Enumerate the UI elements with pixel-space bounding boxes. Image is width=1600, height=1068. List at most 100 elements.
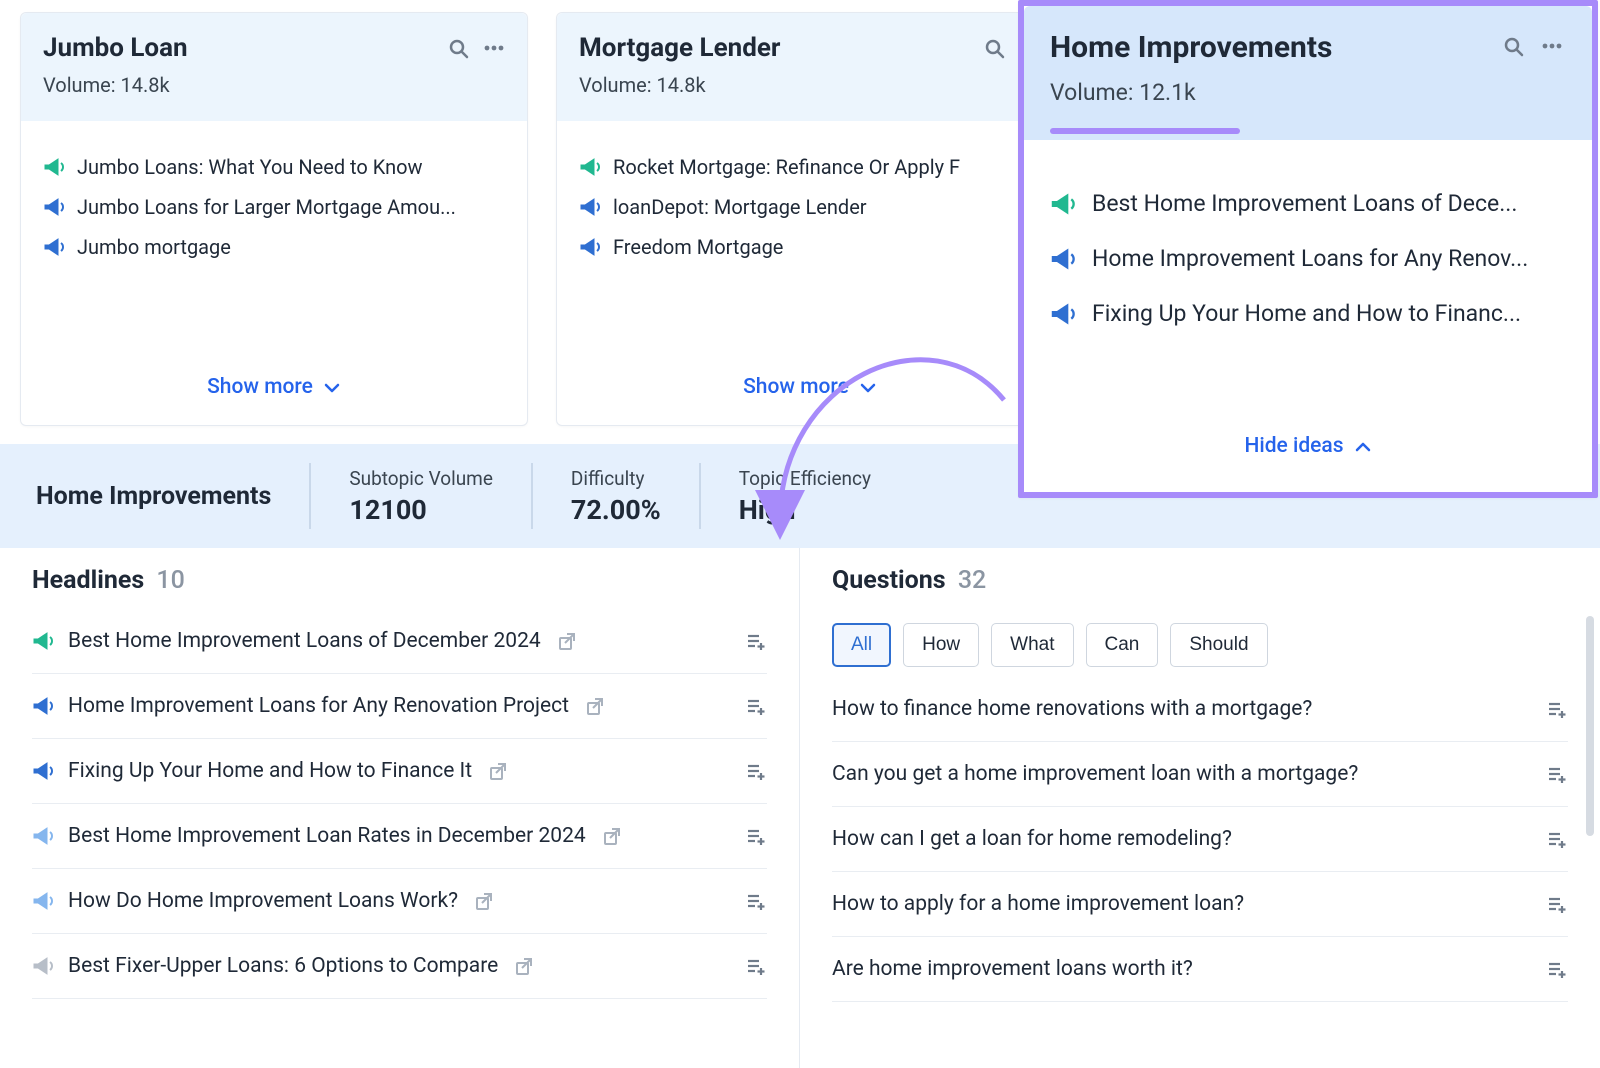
add-to-list-icon[interactable] xyxy=(745,890,767,912)
idea-text: Fixing Up Your Home and How to Financ... xyxy=(1092,300,1521,327)
chevron-down-icon xyxy=(857,377,877,397)
idea-item[interactable]: Best Home Improvement Loans of Dece... xyxy=(1050,176,1566,231)
headline-row[interactable]: Best Fixer-Upper Loans: 6 Options to Com… xyxy=(32,934,767,999)
card-title: Home Improvements xyxy=(1050,30,1332,65)
idea-item[interactable]: Freedom Mortgage xyxy=(579,227,1041,267)
topic-card-mortgage-lender: Mortgage Lender Volume: 14.8k Rocket Mor… xyxy=(556,12,1064,426)
idea-text: Jumbo Loans for Larger Mortgage Amou... xyxy=(77,195,456,219)
idea-text: Rocket Mortgage: Refinance Or Apply F xyxy=(613,155,960,179)
headline-text: Best Home Improvement Loans of December … xyxy=(68,629,541,653)
hide-ideas-label: Hide ideas xyxy=(1244,434,1343,458)
external-link-icon[interactable] xyxy=(555,631,575,651)
filter-button-how[interactable]: How xyxy=(903,623,979,667)
add-to-list-icon[interactable] xyxy=(1546,958,1568,980)
card-title: Jumbo Loan xyxy=(43,33,188,63)
question-row[interactable]: How to apply for a home improvement loan… xyxy=(832,872,1568,937)
megaphone-icon xyxy=(32,630,54,652)
add-to-list-icon[interactable] xyxy=(745,760,767,782)
idea-item[interactable]: loanDepot: Mortgage Lender xyxy=(579,187,1041,227)
add-to-list-icon[interactable] xyxy=(745,825,767,847)
idea-text: Jumbo Loans: What You Need to Know xyxy=(77,155,423,179)
efficiency-value: High xyxy=(739,494,871,526)
show-more-link[interactable]: Show more xyxy=(743,375,877,399)
idea-text: loanDepot: Mortgage Lender xyxy=(613,195,867,219)
add-to-list-icon[interactable] xyxy=(745,955,767,977)
megaphone-icon xyxy=(43,236,65,258)
headline-row[interactable]: Fixing Up Your Home and How to Finance I… xyxy=(32,739,767,804)
headline-row[interactable]: Home Improvement Loans for Any Renovatio… xyxy=(32,674,767,739)
add-to-list-icon[interactable] xyxy=(745,630,767,652)
external-link-icon[interactable] xyxy=(512,956,532,976)
hide-ideas-link[interactable]: Hide ideas xyxy=(1244,434,1371,458)
idea-item[interactable]: Rocket Mortgage: Refinance Or Apply F xyxy=(579,147,1041,187)
card-volume: Volume: 14.8k xyxy=(579,73,1041,97)
question-text: How can I get a loan for home remodeling… xyxy=(832,827,1232,851)
annotation-underline xyxy=(1050,128,1240,134)
question-text: Can you get a home improvement loan with… xyxy=(832,762,1358,786)
headline-text: Best Home Improvement Loan Rates in Dece… xyxy=(68,824,586,848)
chevron-up-icon xyxy=(1352,436,1372,456)
headline-row[interactable]: How Do Home Improvement Loans Work? xyxy=(32,869,767,934)
idea-item[interactable]: Jumbo Loans for Larger Mortgage Amou... xyxy=(43,187,505,227)
megaphone-icon xyxy=(1050,301,1076,327)
questions-panel: Questions 32 AllHowWhatCanShould How to … xyxy=(800,548,1600,1068)
show-more-link[interactable]: Show more xyxy=(207,375,341,399)
question-text: Are home improvement loans worth it? xyxy=(832,957,1193,981)
headline-text: Fixing Up Your Home and How to Finance I… xyxy=(68,759,472,783)
difficulty-label: Difficulty xyxy=(571,467,661,490)
idea-text: Home Improvement Loans for Any Renov... xyxy=(1092,245,1528,272)
search-icon[interactable] xyxy=(1502,35,1527,60)
external-link-icon[interactable] xyxy=(472,891,492,911)
headline-row[interactable]: Best Home Improvement Loans of December … xyxy=(32,609,767,674)
megaphone-icon xyxy=(32,825,54,847)
filter-button-all[interactable]: All xyxy=(832,623,891,667)
idea-item[interactable]: Home Improvement Loans for Any Renov... xyxy=(1050,231,1566,286)
topic-card-home-improvements-highlighted: Home Improvements Volume: 12.1k Best Hom… xyxy=(1018,0,1598,498)
difficulty-value: 72.00% xyxy=(571,494,661,526)
idea-text: Best Home Improvement Loans of Dece... xyxy=(1092,190,1517,217)
card-volume: Volume: 12.1k xyxy=(1050,79,1566,106)
idea-item[interactable]: Fixing Up Your Home and How to Financ... xyxy=(1050,286,1566,341)
external-link-icon[interactable] xyxy=(486,761,506,781)
card-title: Mortgage Lender xyxy=(579,33,780,63)
add-to-list-icon[interactable] xyxy=(1546,763,1568,785)
add-to-list-icon[interactable] xyxy=(1546,698,1568,720)
search-icon[interactable] xyxy=(447,37,469,59)
filter-button-should[interactable]: Should xyxy=(1170,623,1267,667)
more-icon[interactable] xyxy=(483,37,505,59)
question-row[interactable]: Can you get a home improvement loan with… xyxy=(832,742,1568,807)
headline-text: Home Improvement Loans for Any Renovatio… xyxy=(68,694,569,718)
metrics-topic-title: Home Improvements xyxy=(36,482,271,511)
subtopic-volume-value: 12100 xyxy=(349,494,493,526)
megaphone-icon xyxy=(579,156,601,178)
external-link-icon[interactable] xyxy=(583,696,603,716)
filter-button-what[interactable]: What xyxy=(991,623,1073,667)
headlines-panel: Headlines 10 Best Home Improvement Loans… xyxy=(0,548,800,1068)
idea-item[interactable]: Jumbo Loans: What You Need to Know xyxy=(43,147,505,187)
megaphone-icon xyxy=(43,196,65,218)
add-to-list-icon[interactable] xyxy=(1546,893,1568,915)
megaphone-icon xyxy=(579,196,601,218)
question-row[interactable]: How to finance home renovations with a m… xyxy=(832,677,1568,742)
megaphone-icon xyxy=(32,955,54,977)
megaphone-icon xyxy=(43,156,65,178)
search-icon[interactable] xyxy=(983,37,1005,59)
megaphone-icon xyxy=(32,695,54,717)
idea-text: Jumbo mortgage xyxy=(77,235,231,259)
headline-row[interactable]: Best Home Improvement Loan Rates in Dece… xyxy=(32,804,767,869)
idea-item[interactable]: Jumbo mortgage xyxy=(43,227,505,267)
external-link-icon[interactable] xyxy=(600,826,620,846)
show-more-label: Show more xyxy=(743,375,849,399)
scrollbar[interactable] xyxy=(1586,616,1594,836)
questions-title: Questions xyxy=(832,566,946,595)
filter-button-can[interactable]: Can xyxy=(1086,623,1159,667)
question-row[interactable]: How can I get a loan for home remodeling… xyxy=(832,807,1568,872)
add-to-list-icon[interactable] xyxy=(1546,828,1568,850)
headline-text: How Do Home Improvement Loans Work? xyxy=(68,889,458,913)
megaphone-icon xyxy=(579,236,601,258)
more-icon[interactable] xyxy=(1541,35,1566,60)
megaphone-icon xyxy=(32,890,54,912)
add-to-list-icon[interactable] xyxy=(745,695,767,717)
show-more-label: Show more xyxy=(207,375,313,399)
question-row[interactable]: Are home improvement loans worth it? xyxy=(832,937,1568,1002)
